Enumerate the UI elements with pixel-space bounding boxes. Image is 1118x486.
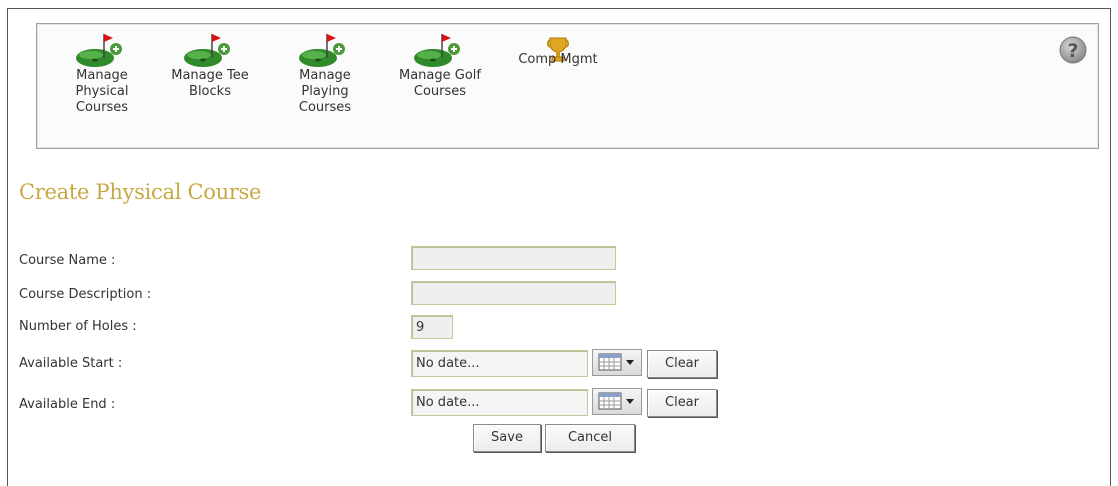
calendar-dropdown-icon — [598, 353, 634, 371]
manage-playing-courses-button[interactable]: Manage Playing Courses — [280, 30, 370, 116]
manage-golf-courses-button[interactable]: Manage Golf Courses — [392, 30, 488, 100]
golf-green-add-icon — [414, 34, 460, 67]
manage-physical-courses-label: Manage Physical Courses — [75, 68, 129, 115]
golf-green-add-icon — [76, 34, 122, 67]
available-end-label: Available End : — [19, 397, 116, 412]
course-name-label: Course Name : — [19, 253, 116, 268]
number-of-holes-field[interactable] — [411, 315, 453, 339]
help-button[interactable]: ? — [1058, 35, 1088, 69]
available-end-calendar-button[interactable] — [592, 388, 642, 415]
comp-mgmt-label: Comp Mgmt — [518, 52, 598, 67]
calendar-dropdown-icon — [598, 392, 634, 410]
manage-physical-courses-button[interactable]: Manage Physical Courses — [57, 30, 147, 116]
available-start-calendar-button[interactable] — [592, 349, 642, 376]
page-title: Create Physical Course — [19, 180, 262, 204]
manage-tee-blocks-label: Manage Tee Blocks — [171, 68, 249, 99]
course-description-field[interactable] — [411, 281, 616, 305]
manage-tee-blocks-button[interactable]: Manage Tee Blocks — [165, 30, 255, 100]
help-icon: ? — [1059, 36, 1087, 64]
golf-green-add-icon — [299, 34, 345, 67]
manage-golf-courses-label: Manage Golf Courses — [399, 68, 481, 99]
number-of-holes-label: Number of Holes : — [19, 319, 137, 334]
comp-mgmt-button[interactable]: Comp Mgmt — [503, 30, 613, 68]
toolbar: Manage Physical Courses Manage Tee Block… — [36, 23, 1099, 149]
available-start-field[interactable] — [411, 350, 588, 377]
available-start-clear-button[interactable]: Clear — [647, 350, 717, 378]
available-start-label: Available Start : — [19, 356, 123, 371]
save-button[interactable]: Save — [473, 424, 541, 452]
svg-text:?: ? — [1067, 40, 1078, 62]
course-name-field[interactable] — [411, 246, 616, 270]
available-end-clear-button[interactable]: Clear — [647, 389, 717, 417]
manage-playing-courses-label: Manage Playing Courses — [298, 68, 352, 115]
available-end-field[interactable] — [411, 389, 588, 416]
golf-green-add-icon — [184, 34, 230, 67]
course-description-label: Course Description : — [19, 287, 152, 302]
cancel-button[interactable]: Cancel — [545, 424, 635, 452]
